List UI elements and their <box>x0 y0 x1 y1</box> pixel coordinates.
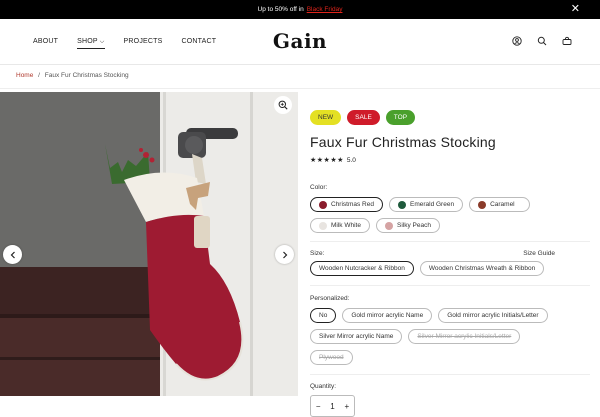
gallery-next-button[interactable] <box>275 245 294 264</box>
header-divider <box>0 88 600 89</box>
quantity-value[interactable]: 1 <box>330 402 334 411</box>
chevron-right-icon <box>282 251 287 258</box>
personalized-label: Personalized: <box>310 295 350 302</box>
personalized-option-no[interactable]: No <box>310 308 337 323</box>
personalized-options: No Gold mirror acrylic Name Gold mirror … <box>310 308 560 365</box>
chevron-left-icon <box>10 251 15 258</box>
color-option-label: Christmas Red <box>331 201 374 208</box>
quantity-stepper: − 1 + <box>310 395 355 417</box>
plus-icon[interactable]: + <box>344 402 349 411</box>
swatch-icon <box>319 200 327 209</box>
color-option-christmas-red[interactable]: Christmas Red <box>310 197 383 212</box>
personalized-option-silver-initials: Silver Mirror acrylic Initials/Letter <box>408 329 521 344</box>
personalized-option-plywood: Plywood <box>310 350 353 365</box>
announcement-link[interactable]: Black Friday <box>307 6 343 13</box>
product-gallery[interactable] <box>0 92 298 396</box>
color-option-label: Milk White <box>331 222 361 229</box>
divider <box>310 241 590 242</box>
announcement-bar: Up to 50% off in Black Friday ✕ <box>0 0 600 19</box>
color-option-milk-white[interactable]: Milk White <box>310 218 370 233</box>
size-label: Size: <box>310 250 325 257</box>
color-option-label: Silky Peach <box>396 222 431 229</box>
breadcrumb: Home / Faux Fur Christmas Stocking <box>16 72 129 79</box>
color-option-label: Emerald Green <box>409 201 455 208</box>
personalized-option-silver-name[interactable]: Silver Mirror acrylic Name <box>310 329 403 344</box>
product-image <box>0 92 298 396</box>
swatch-icon <box>478 200 487 209</box>
breadcrumb-separator: / <box>38 72 40 79</box>
product-rating[interactable]: ★★★★★ 5.0 <box>310 156 590 165</box>
size-option-nutcracker[interactable]: Wooden Nutcracker & Ribbon <box>310 261 414 276</box>
star-rating-icon: ★★★★★ <box>310 157 344 164</box>
size-guide-link[interactable]: Size Guide <box>523 250 555 257</box>
gallery-prev-button[interactable] <box>3 245 22 264</box>
divider <box>310 285 590 286</box>
close-icon[interactable]: ✕ <box>571 3 580 15</box>
size-option-wreath[interactable]: Wooden Christmas Wreath & Ribbon <box>419 261 545 276</box>
swatch-icon <box>397 200 406 209</box>
header-icons <box>512 36 572 46</box>
product-badges: NEW SALE TOP <box>310 110 590 125</box>
color-option-silky-peach[interactable]: Silky Peach <box>375 218 440 233</box>
product-info: NEW SALE TOP Faux Fur Christmas Stocking… <box>310 110 590 417</box>
badge-sale: SALE <box>347 110 380 125</box>
size-header: Size: Size Guide <box>310 250 555 257</box>
personalized-option-gold-initials[interactable]: Gold mirror acrylic Initials/Letter <box>438 308 548 323</box>
color-option-label: Caramel <box>490 201 515 208</box>
brand-logo[interactable]: Gain <box>0 29 600 53</box>
breadcrumb-current: Faux Fur Christmas Stocking <box>44 72 129 79</box>
swatch-icon <box>384 221 393 230</box>
quantity-label: Quantity: <box>310 383 337 390</box>
color-label: Color: <box>310 184 328 191</box>
color-option-caramel[interactable]: Caramel <box>469 197 530 212</box>
zoom-icon[interactable] <box>274 96 292 114</box>
account-icon[interactable] <box>512 36 522 46</box>
badge-new: NEW <box>310 110 342 125</box>
site-header: ABOUT SHOP ⌵ PROJECTS CONTACT Gain <box>0 19 600 65</box>
personalized-option-gold-name[interactable]: Gold mirror acrylic Name <box>342 308 433 323</box>
announcement-text: Up to 50% off in <box>257 6 304 13</box>
divider <box>310 374 590 375</box>
search-icon[interactable] <box>537 36 547 46</box>
product-title: Faux Fur Christmas Stocking <box>310 134 496 150</box>
minus-icon[interactable]: − <box>316 402 321 411</box>
color-options: Christmas Red Emerald Green Caramel Milk… <box>310 197 550 233</box>
swatch-icon <box>319 221 327 230</box>
rating-value: 5.0 <box>346 156 356 164</box>
cart-icon[interactable] <box>562 36 572 46</box>
size-options: Wooden Nutcracker & Ribbon Wooden Christ… <box>310 261 590 276</box>
color-option-emerald-green[interactable]: Emerald Green <box>388 197 464 212</box>
breadcrumb-home[interactable]: Home <box>16 72 33 79</box>
badge-top: TOP <box>385 110 416 125</box>
